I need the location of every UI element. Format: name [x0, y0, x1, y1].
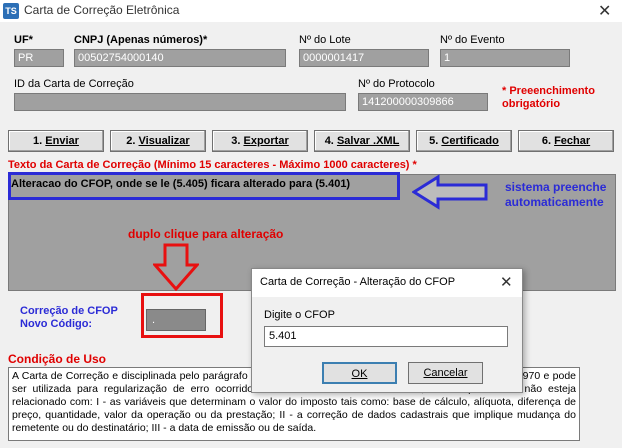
lote-field[interactable]: 0000001417: [299, 49, 429, 67]
cnpj-field[interactable]: 00502754000140: [74, 49, 286, 67]
cfop-label: Correção de CFOP Novo Código:: [20, 305, 118, 331]
dialog-prompt: Digite o CFOP: [264, 309, 335, 321]
auto-fill-note-line-2: automaticamente: [505, 195, 604, 209]
close-icon[interactable]: ✕: [598, 1, 611, 21]
auto-fill-note: sistema preenche automaticamente: [505, 180, 606, 210]
auto-fill-note-line-1: sistema preenche: [505, 180, 607, 194]
cfop-new-code-field[interactable]: .: [146, 309, 206, 331]
uf-label: UF*: [14, 34, 33, 46]
ok-button[interactable]: OK: [322, 362, 397, 384]
visualizar-button[interactable]: 2. Visualizar: [110, 130, 206, 152]
cfop-label-line-1: Correção de CFOP: [20, 305, 118, 317]
arrow-down-icon: [153, 243, 199, 291]
evento-label: Nº do Evento: [440, 34, 505, 46]
dialog-close-icon[interactable]: ✕: [500, 273, 513, 291]
cfop-dialog: Carta de Correção - Alteração do CFOP ✕ …: [251, 268, 523, 393]
salvar-xml-button[interactable]: 4. Salvar .XML: [314, 130, 410, 152]
protocolo-field[interactable]: 141200000309866: [358, 93, 488, 111]
texto-carta-label: Texto da Carta de Correção (Mínimo 15 ca…: [8, 159, 417, 171]
protocolo-label: Nº do Protocolo: [358, 78, 435, 90]
cfop-input[interactable]: 5.401: [264, 326, 508, 347]
certificado-button[interactable]: 5. Certificado: [416, 130, 512, 152]
evento-field[interactable]: 1: [440, 49, 570, 67]
cfop-label-line-2: Novo Código:: [20, 318, 93, 330]
uf-field[interactable]: PR: [14, 49, 64, 67]
double-click-note: duplo clique para alteração: [128, 227, 284, 241]
required-note-line-1: * Preeenchimento: [502, 85, 595, 97]
id-carta-field[interactable]: [14, 93, 346, 111]
window-title: Carta de Correção Eletrônica: [24, 3, 180, 17]
highlight-box-blue: [8, 172, 400, 200]
required-note-line-2: obrigatório: [502, 98, 561, 110]
id-carta-label: ID da Carta de Correção: [14, 78, 134, 90]
cnpj-label: CNPJ (Apenas números)*: [74, 34, 208, 46]
dialog-title: Carta de Correção - Alteração do CFOP: [252, 269, 522, 297]
app-icon: TS: [3, 3, 19, 19]
required-note: * Preeenchimento obrigatório: [502, 85, 595, 111]
fechar-button[interactable]: 6. Fechar: [518, 130, 614, 152]
lote-label: Nº do Lote: [299, 34, 351, 46]
enviar-button[interactable]: 1. Enviar: [8, 130, 104, 152]
condicao-uso-label: Condição de Uso: [8, 352, 107, 366]
cancel-button[interactable]: Cancelar: [408, 362, 483, 384]
arrow-left-icon: [412, 174, 488, 210]
exportar-button[interactable]: 3. Exportar: [212, 130, 308, 152]
